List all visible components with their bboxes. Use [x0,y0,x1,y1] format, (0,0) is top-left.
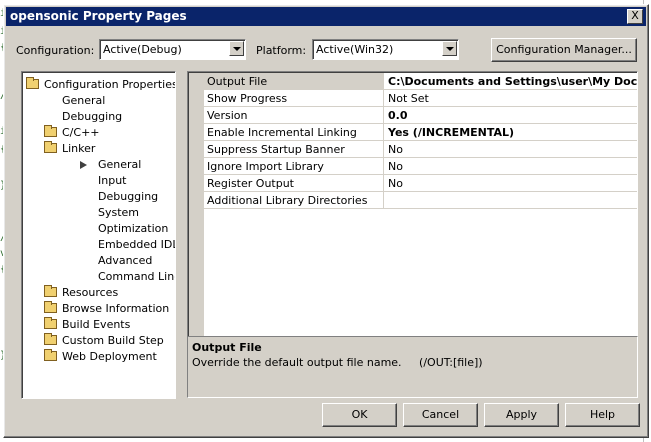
tree-item-label: Optimization [98,222,169,235]
title-bar[interactable]: opensonic Property Pages X [6,7,646,26]
property-value[interactable]: Yes (/INCREMENTAL) [388,126,514,139]
apply-label: Apply [505,408,538,421]
tree-item-label: Configuration Properties [44,78,176,91]
property-name: Suppress Startup Banner [204,141,384,157]
platform-dropdown[interactable]: Active(Win32) [312,39,459,60]
configuration-value: Active(Debug) [103,43,182,56]
tree-item-label: Custom Build Step [62,334,164,347]
configuration-label: Configuration: [16,44,95,57]
property-row-ignore-import-library[interactable]: Ignore Import Library No [204,158,637,175]
open-folder-icon [26,77,39,89]
chevron-down-icon[interactable] [229,41,244,56]
close-button[interactable]: X [627,9,643,24]
folder-icon [44,125,57,137]
property-name: Version [204,107,384,123]
cancel-button[interactable]: Cancel [403,403,478,427]
property-value[interactable]: No [388,143,403,156]
tree-item-label: System [98,206,140,219]
folder-icon [44,333,57,345]
selection-pointer-icon [80,161,87,169]
property-tree[interactable]: Configuration Properties General Debuggi… [21,71,176,399]
property-value[interactable]: Not Set [388,92,429,105]
tree-item-label: C/C++ [62,126,100,139]
configuration-manager-button[interactable]: Configuration Manager... [491,38,637,62]
configuration-dropdown[interactable]: Active(Debug) [99,39,246,60]
folder-icon [44,301,57,313]
description-text: Override the default output file name. (… [192,356,483,369]
tree-item-label: Linker [62,142,96,155]
property-value[interactable]: 0.0 [388,109,408,122]
property-pages-dialog: opensonic Property Pages X Configuration… [3,4,649,438]
property-name: Ignore Import Library [204,158,384,174]
property-row-register-output[interactable]: Register Output No [204,175,637,192]
platform-value: Active(Win32) [316,43,394,56]
dialog-title: opensonic Property Pages [10,9,187,23]
property-value[interactable]: No [388,160,403,173]
tree-item-label: Build Events [62,318,131,331]
help-button[interactable]: Help [565,403,640,427]
folder-icon [44,317,57,329]
property-row-incremental-linking[interactable]: Enable Incremental Linking Yes (/INCREME… [204,124,637,141]
tree-item-label: Advanced [98,254,153,267]
chevron-down-icon[interactable] [442,41,457,56]
apply-button[interactable]: Apply [484,403,559,427]
tree-item-label: Embedded IDL [98,238,176,251]
property-row-suppress-startup-banner[interactable]: Suppress Startup Banner No [204,141,637,158]
ok-label: OK [351,408,368,421]
tree-item-label: Input [98,174,127,187]
tree-item-label: Command Line [98,270,176,283]
help-label: Help [589,408,616,421]
folder-icon [44,349,57,361]
property-name: Register Output [204,175,384,191]
property-value[interactable]: No [388,177,403,190]
tree-item-label: Debugging [98,190,159,203]
cancel-label: Cancel [421,408,460,421]
tree-item-label: Web Deployment [62,350,157,363]
folder-icon [44,285,57,297]
property-name: Enable Incremental Linking [204,124,384,140]
property-grid[interactable]: Output File C:\Documents and Settings\us… [187,71,638,339]
open-folder-icon [44,141,57,153]
property-name: Show Progress [204,90,384,106]
property-name: Additional Library Directories [204,192,384,208]
tree-item-label: Browse Information [62,302,170,315]
property-row-show-progress[interactable]: Show Progress Not Set [204,90,637,107]
configuration-manager-label: Configuration Manager... [496,43,632,56]
platform-label: Platform: [256,44,307,57]
close-icon: X [631,9,639,22]
tree-item-label: Debugging [62,110,123,123]
property-value[interactable]: C:\Documents and Settings\user\My Docum [388,75,637,88]
description-panel: Output File Override the default output … [187,336,638,398]
property-name: Output File [204,73,384,89]
ok-button[interactable]: OK [322,403,397,427]
property-row-output-file[interactable]: Output File C:\Documents and Settings\us… [204,73,637,90]
property-row-additional-library-directories[interactable]: Additional Library Directories [204,192,637,209]
description-title: Output File [192,341,262,354]
tree-item-label: General [98,158,142,171]
tree-item-label: Resources [62,286,119,299]
property-row-version[interactable]: Version 0.0 [204,107,637,124]
tree-item-label: General [62,94,106,107]
grid-gutter [189,73,204,337]
